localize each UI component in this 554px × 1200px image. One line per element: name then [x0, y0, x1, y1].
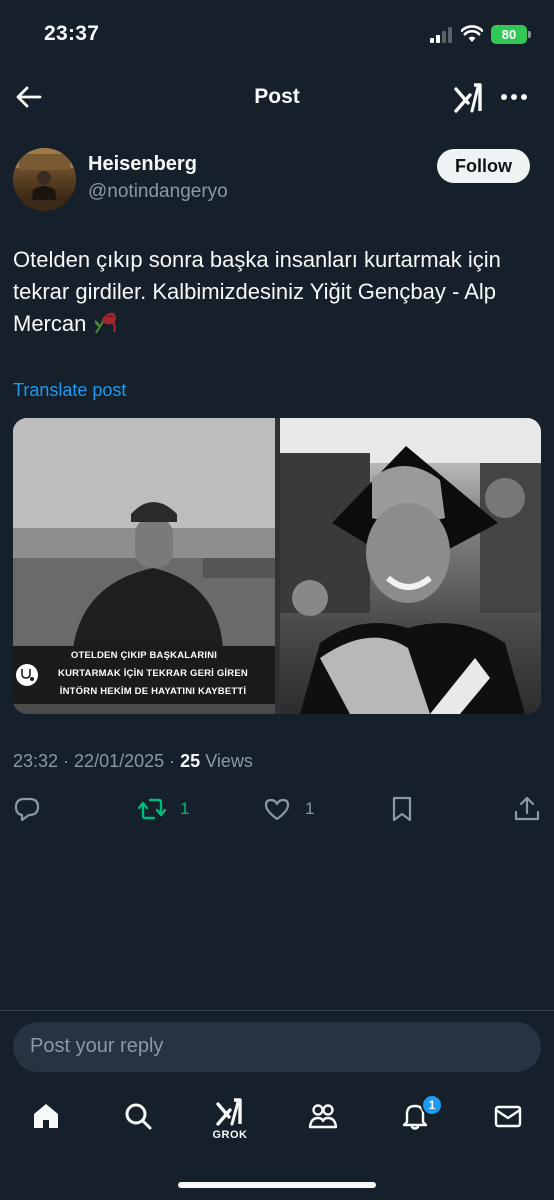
reply-action[interactable]: [13, 794, 41, 824]
author-handle[interactable]: @notindangeryo: [88, 181, 228, 203]
follow-button[interactable]: Follow: [437, 149, 530, 183]
author-display-name[interactable]: Heisenberg: [88, 153, 197, 176]
post-text: Otelden çıkıp sonra başka insanları kurt…: [13, 247, 501, 336]
status-time: 23:37: [44, 22, 100, 45]
retweet-action[interactable]: 1: [138, 794, 189, 824]
retweet-count: 1: [180, 799, 190, 818]
reply-icon: [14, 797, 40, 822]
nav-search[interactable]: [118, 1096, 158, 1136]
avatar[interactable]: [13, 148, 76, 211]
share-action[interactable]: [513, 794, 541, 824]
wifi-icon: [461, 25, 483, 42]
views-label: Views: [205, 751, 253, 771]
nav-messages[interactable]: [488, 1096, 528, 1136]
home-icon: [34, 1104, 58, 1128]
post-time: 23:32: [13, 751, 59, 771]
media-caption-box: OTELDEN ÇIKIP BAŞKALARINI KURTARMAK İÇİN…: [13, 646, 275, 704]
grok-nav-icon: [216, 1098, 242, 1126]
photo-right: [280, 418, 541, 714]
meta-separator-2: ·: [164, 751, 181, 771]
reply-input[interactable]: Post your reply: [13, 1022, 541, 1072]
post-meta: 23:32 · 22/01/2025 · 25 Views: [13, 751, 253, 772]
post-body: Otelden çıkıp sonra başka insanları kurt…: [13, 244, 543, 340]
signal-icon: [430, 27, 454, 43]
meta-separator-1: ·: [58, 751, 75, 771]
battery-cap: [528, 31, 531, 38]
post-date: 22/01/2025: [74, 751, 165, 771]
media-caption-line-1: OTELDEN ÇIKIP BAŞKALARINI: [70, 650, 218, 661]
media-caption-line-2: KURTARMAK İÇİN TEKRAR GERİ GİREN: [58, 668, 248, 679]
more-options-icon[interactable]: [499, 87, 529, 107]
nav-grok[interactable]: [210, 1092, 250, 1132]
media-image-left[interactable]: OTELDEN ÇIKIP BAŞKALARINI KURTARMAK İÇİN…: [13, 418, 275, 714]
communities-icon: [308, 1104, 338, 1129]
bookmark-icon: [392, 796, 412, 822]
reply-divider: [0, 1010, 554, 1011]
retweet-icon: [138, 798, 166, 820]
like-action[interactable]: 1: [263, 794, 314, 824]
grok-label: GROK: [212, 1129, 248, 1141]
bookmark-action[interactable]: [388, 794, 416, 824]
like-count: 1: [305, 799, 315, 818]
share-icon: [514, 796, 540, 821]
nav-communities[interactable]: [303, 1096, 343, 1136]
mail-icon: [494, 1105, 522, 1128]
home-indicator: [178, 1182, 376, 1188]
notifications-badge: 1: [421, 1094, 443, 1116]
search-icon: [125, 1103, 152, 1130]
media-caption-line-3: İNTÖRN HEKİM DE HAYATINI KAYBETTİ: [59, 686, 247, 697]
post-media[interactable]: OTELDEN ÇIKIP BAŞKALARINI KURTARMAK İÇİN…: [13, 418, 541, 714]
heart-icon: [264, 798, 290, 821]
views-count[interactable]: 25: [180, 751, 200, 771]
status-bar: 23:37 80: [0, 0, 554, 70]
nav-home[interactable]: [26, 1096, 66, 1136]
battery-indicator: 80: [491, 25, 527, 44]
media-image-right[interactable]: [280, 418, 541, 714]
translate-post-link[interactable]: Translate post: [13, 380, 126, 401]
post-header: Post: [0, 70, 554, 128]
wilted-rose-icon: [95, 312, 117, 334]
grok-icon[interactable]: [452, 81, 486, 115]
avatar-image: [13, 148, 76, 211]
